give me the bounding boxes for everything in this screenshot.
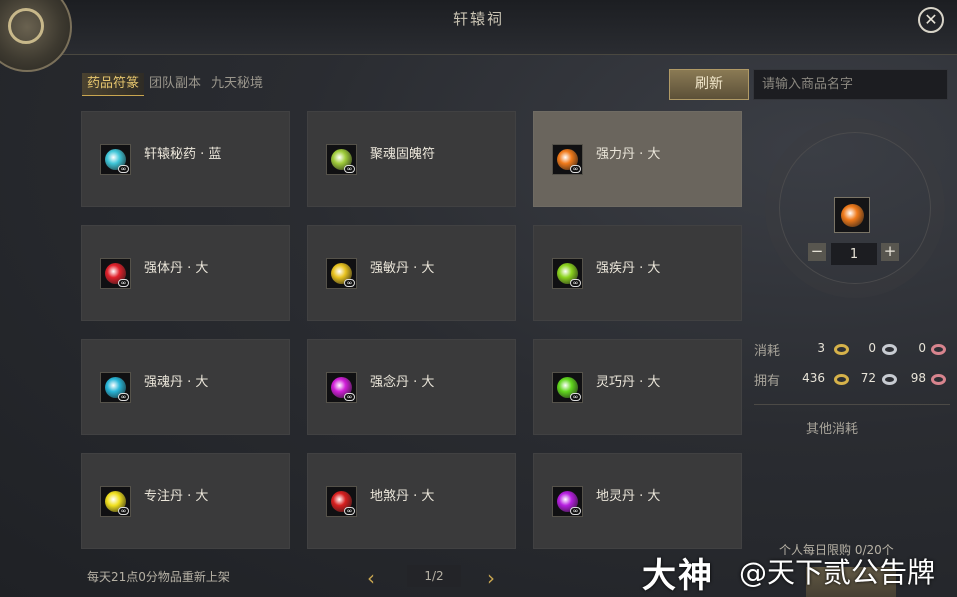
infinity-icon: ∞ (570, 507, 581, 515)
item-card[interactable]: ∞ 地煞丹 · 大 (307, 453, 516, 549)
refresh-button[interactable]: 刷新 (669, 69, 749, 100)
infinity-icon: ∞ (570, 393, 581, 401)
search-input[interactable] (753, 69, 948, 100)
item-name: 强力丹 · 大 (596, 147, 661, 162)
item-potion-icon: ∞ (326, 372, 357, 403)
pink-coin-icon (931, 374, 946, 385)
restock-notice: 每天21点0分物品重新上架 (87, 570, 230, 584)
item-name: 专注丹 · 大 (144, 489, 209, 504)
item-name: 地煞丹 · 大 (370, 489, 435, 504)
item-potion-icon: ∞ (326, 486, 357, 517)
own-silver-value: 72 (860, 371, 876, 385)
watermark-brand: 大神 (642, 556, 714, 596)
item-card[interactable]: ∞ 专注丹 · 大 (81, 453, 290, 549)
item-card[interactable]: ∞ 强力丹 · 大 (533, 111, 742, 207)
cost-gold-value: 3 (817, 341, 825, 355)
infinity-icon: ∞ (344, 165, 355, 173)
infinity-icon: ∞ (118, 507, 129, 515)
item-name: 强体丹 · 大 (144, 261, 209, 276)
infinity-icon: ∞ (118, 165, 129, 173)
item-name: 聚魂固魄符 (370, 147, 436, 162)
item-name: 强疾丹 · 大 (596, 261, 661, 276)
item-card[interactable]: ∞ 强魂丹 · 大 (81, 339, 290, 435)
cost-label: 消耗 (754, 344, 781, 359)
item-name: 强念丹 · 大 (370, 375, 435, 390)
infinity-icon: ∞ (118, 279, 129, 287)
item-card[interactable]: ∞ 聚魂固魄符 (307, 111, 516, 207)
infinity-icon: ∞ (118, 393, 129, 401)
close-button[interactable]: ✕ (918, 7, 944, 33)
item-card[interactable]: ∞ 轩辕秘药 · 蓝 (81, 111, 290, 207)
item-card[interactable]: ∞ 强念丹 · 大 (307, 339, 516, 435)
item-card[interactable]: ∞ 灵巧丹 · 大 (533, 339, 742, 435)
item-potion-icon: ∞ (326, 258, 357, 289)
tab-medicine-talisman[interactable]: 药品符篆 (82, 73, 145, 96)
pink-coin-icon (931, 344, 946, 355)
item-potion-icon: ∞ (100, 372, 131, 403)
item-potion-icon: ∞ (100, 144, 131, 175)
item-potion-icon: ∞ (552, 258, 583, 289)
item-potion-icon: ∞ (100, 258, 131, 289)
divider (754, 404, 950, 405)
item-potion-icon: ∞ (326, 144, 357, 175)
tab-team-dungeon[interactable]: 团队副本 (144, 73, 206, 95)
watermark-account: @天下贰公告牌 (739, 556, 936, 589)
infinity-icon: ∞ (344, 279, 355, 287)
window-title: 轩辕祠 (452, 10, 504, 28)
item-potion-icon: ∞ (100, 486, 131, 517)
page-indicator: 1/2 (407, 565, 461, 587)
own-gold-value: 436 (802, 371, 825, 385)
item-card[interactable]: ∞ 强敏丹 · 大 (307, 225, 516, 321)
item-name: 地灵丹 · 大 (596, 489, 661, 504)
item-potion-icon: ∞ (552, 372, 583, 403)
other-cost-label: 其他消耗 (805, 422, 858, 437)
own-label: 拥有 (754, 374, 781, 389)
item-name: 灵巧丹 · 大 (596, 375, 661, 390)
tab-secret-realm[interactable]: 九天秘境 (206, 73, 268, 95)
item-card[interactable]: ∞ 强疾丹 · 大 (533, 225, 742, 321)
infinity-icon: ∞ (570, 165, 581, 173)
item-potion-icon: ∞ (552, 486, 583, 517)
item-card[interactable]: ∞ 强体丹 · 大 (81, 225, 290, 321)
infinity-icon: ∞ (570, 279, 581, 287)
item-name: 轩辕秘药 · 蓝 (144, 147, 222, 162)
item-potion-icon: ∞ (552, 144, 583, 175)
cost-silver-value: 0 (868, 341, 876, 355)
selected-item-icon (834, 197, 870, 233)
next-page-button[interactable]: › (487, 566, 495, 590)
quantity-increase-button[interactable]: + (881, 243, 899, 261)
item-name: 强魂丹 · 大 (144, 375, 209, 390)
own-pink-value: 98 (910, 371, 926, 385)
quantity-input[interactable] (831, 243, 877, 265)
item-card[interactable]: ∞ 地灵丹 · 大 (533, 453, 742, 549)
item-name: 强敏丹 · 大 (370, 261, 435, 276)
cost-pink-value: 0 (918, 341, 926, 355)
infinity-icon: ∞ (344, 393, 355, 401)
category-tabs: 药品符篆 团队副本 九天秘境 (82, 73, 268, 96)
prev-page-button[interactable]: ‹ (367, 566, 375, 590)
infinity-icon: ∞ (344, 507, 355, 515)
quantity-decrease-button[interactable]: − (808, 243, 826, 261)
